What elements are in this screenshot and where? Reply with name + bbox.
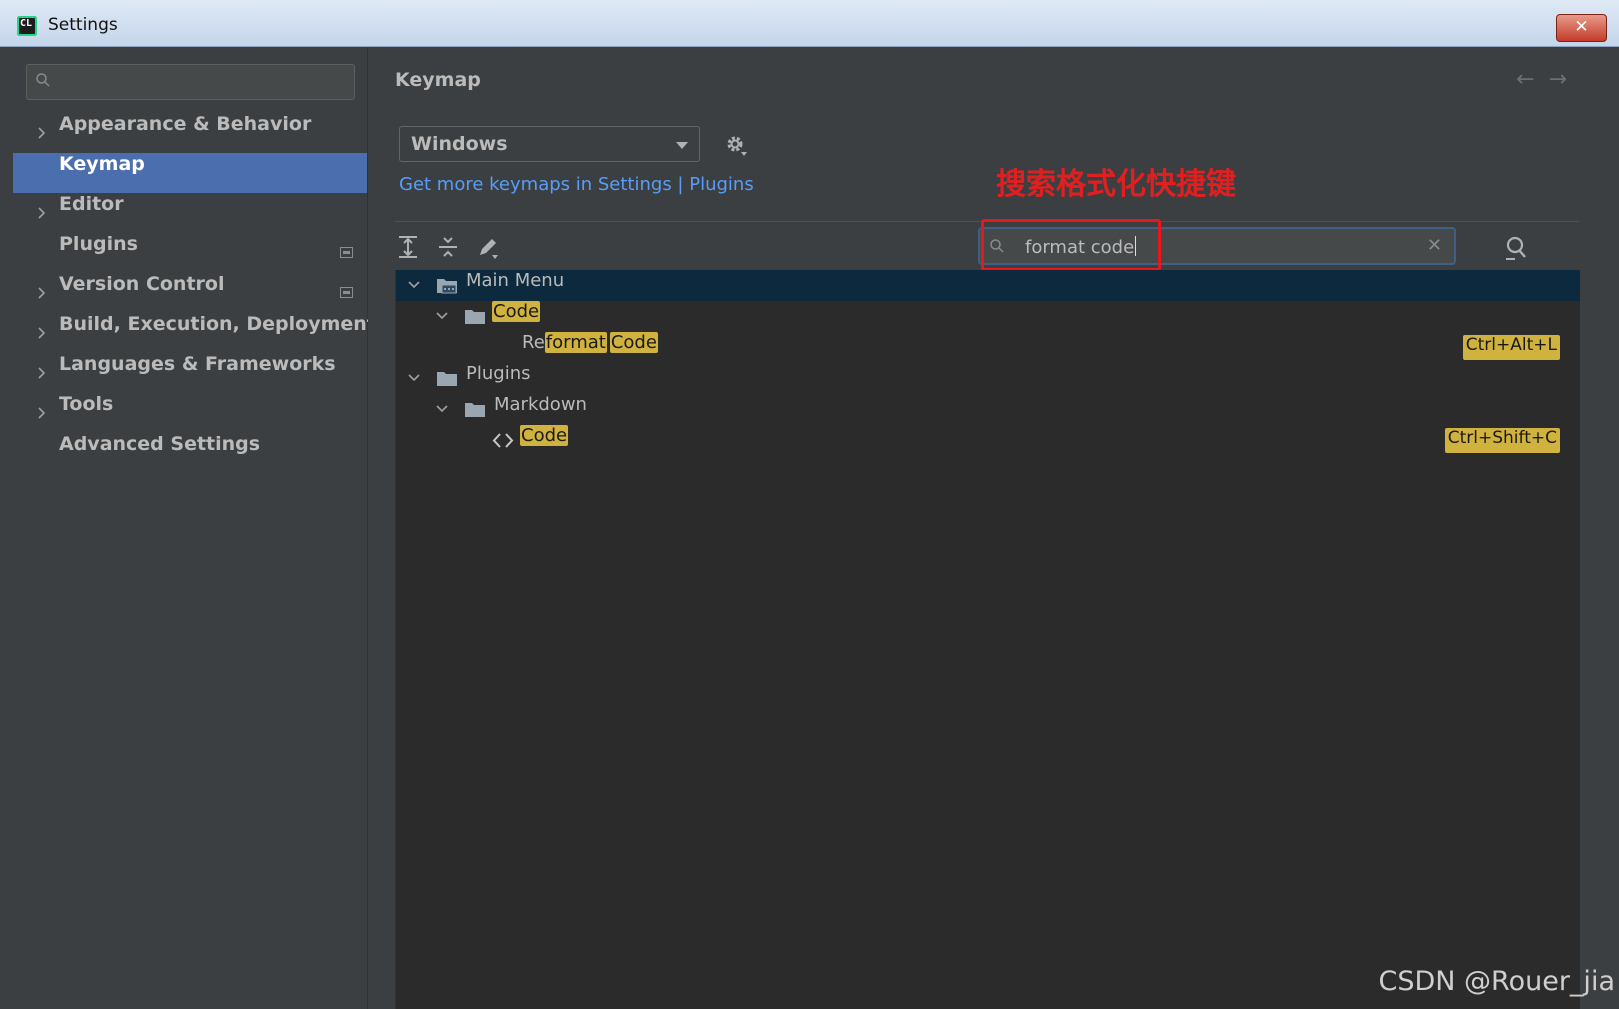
app-icon-label: CL — [20, 18, 33, 29]
collapse-all-icon[interactable] — [435, 234, 461, 260]
project-settings-icon — [340, 247, 353, 258]
history-arrows: ←→ — [1516, 67, 1581, 92]
tree-node-label: Markdown — [494, 394, 587, 415]
chevron-down-icon[interactable] — [407, 278, 421, 292]
watermark: CSDN @Rouer_jia — [1378, 966, 1615, 997]
sidebar-item-label: Keymap — [59, 153, 145, 175]
search-match: Code — [520, 425, 569, 446]
page-title: Keymap — [395, 69, 481, 91]
chevron-right-icon[interactable] — [35, 126, 49, 140]
label-prefix: Re — [522, 332, 545, 353]
folder-icon — [465, 403, 485, 417]
clear-icon[interactable]: ✕ — [1427, 235, 1442, 256]
sidebar-item-label: Languages & Frameworks — [59, 353, 336, 375]
sidebar-item-label: Appearance & Behavior — [59, 113, 312, 135]
sidebar-item-advanced[interactable]: Advanced Settings — [13, 433, 367, 473]
tree-node-label: Code — [492, 301, 541, 322]
chevron-right-icon[interactable] — [35, 366, 49, 380]
window-title: Settings — [48, 15, 118, 35]
expand-all-icon[interactable] — [395, 234, 421, 260]
edit-icon[interactable] — [475, 234, 501, 260]
tree-node-code[interactable]: Code — [396, 301, 1580, 332]
chevron-right-icon[interactable] — [35, 326, 49, 340]
tree-node-label: Reformat Code — [522, 332, 658, 353]
folder-icon — [437, 372, 457, 386]
keymap-panel: Keymap ←→ Windows Get more keymaps in Se… — [368, 47, 1619, 1009]
settings-window: CL Settings ✕ Appearance & Behavior Keym… — [0, 0, 1619, 1009]
chevron-down-icon[interactable] — [407, 371, 421, 385]
tree-node-markdown-code[interactable]: Code Ctrl+Shift+C — [396, 425, 1580, 456]
annotation-frame — [981, 219, 1161, 271]
chevron-right-icon[interactable] — [35, 406, 49, 420]
sidebar-item-appearance[interactable]: Appearance & Behavior — [13, 113, 367, 153]
sidebar-item-label: Build, Execution, Deployment — [59, 313, 376, 335]
search-match: Code — [492, 301, 541, 322]
tree-node-label: Code — [520, 425, 569, 446]
sidebar-item-label: Plugins — [59, 233, 138, 255]
shortcut-badge: Ctrl+Alt+L — [1462, 335, 1560, 360]
menu-folder-icon — [437, 279, 457, 294]
tree-node-main-menu[interactable]: Main Menu — [396, 270, 1580, 301]
sidebar-item-label: Version Control — [59, 273, 225, 295]
folder-icon — [465, 310, 485, 324]
sidebar-item-build[interactable]: Build, Execution, Deployment — [13, 313, 376, 353]
chevron-down-icon[interactable] — [435, 402, 449, 416]
chevron-right-icon[interactable] — [35, 206, 49, 220]
project-settings-icon — [340, 287, 353, 298]
code-tag-icon — [492, 433, 514, 448]
sidebar-item-tools[interactable]: Tools — [13, 393, 367, 433]
sidebar-item-languages[interactable]: Languages & Frameworks — [13, 353, 367, 393]
keymap-dropdown[interactable]: Windows — [399, 126, 700, 162]
gear-icon[interactable] — [724, 133, 748, 157]
tree-node-label: Plugins — [466, 363, 531, 384]
sidebar-item-editor[interactable]: Editor — [13, 193, 367, 233]
chevron-down-icon[interactable] — [435, 309, 449, 323]
shortcut-badge: Ctrl+Shift+C — [1444, 428, 1560, 453]
search-match: Code — [609, 332, 658, 353]
sidebar-item-label: Advanced Settings — [59, 433, 261, 455]
sidebar-item-label: Tools — [59, 393, 114, 415]
sidebar-item-plugins[interactable]: Plugins — [13, 233, 367, 273]
search-match: format — [544, 332, 607, 353]
tree-node-plugins[interactable]: Plugins — [396, 363, 1580, 394]
close-button[interactable]: ✕ — [1556, 14, 1607, 42]
keymap-tree: Main Menu Code Reformat Code Ctrl+Alt+L P… — [395, 270, 1580, 1009]
find-by-shortcut-icon[interactable] — [1502, 234, 1530, 262]
sidebar-search-input[interactable] — [26, 64, 355, 100]
more-keymaps-link[interactable]: Get more keymaps in Settings | Plugins — [399, 174, 754, 195]
keymap-dropdown-value: Windows — [411, 133, 508, 155]
chevron-right-icon[interactable] — [35, 286, 49, 300]
search-icon — [36, 73, 50, 87]
tree-node-reformat-code[interactable]: Reformat Code Ctrl+Alt+L — [396, 332, 1580, 363]
sidebar-item-label: Editor — [59, 193, 124, 215]
title-bar: CL Settings ✕ — [0, 0, 1619, 47]
tree-node-label: Main Menu — [466, 270, 565, 291]
settings-sidebar: Appearance & Behavior Keymap Editor Plug… — [13, 47, 376, 1009]
sidebar-item-version-control[interactable]: Version Control — [13, 273, 367, 313]
forward-arrow-icon[interactable]: → — [1549, 67, 1581, 92]
annotation-label: 搜索格式化快捷键 — [996, 167, 1236, 202]
sidebar-item-keymap[interactable]: Keymap — [13, 153, 367, 193]
sidebar-nav: Appearance & Behavior Keymap Editor Plug… — [13, 113, 376, 473]
back-arrow-icon[interactable]: ← — [1516, 67, 1548, 92]
tree-node-markdown[interactable]: Markdown — [396, 394, 1580, 425]
dropdown-arrow-icon — [676, 142, 688, 149]
app-icon: CL — [17, 16, 37, 36]
